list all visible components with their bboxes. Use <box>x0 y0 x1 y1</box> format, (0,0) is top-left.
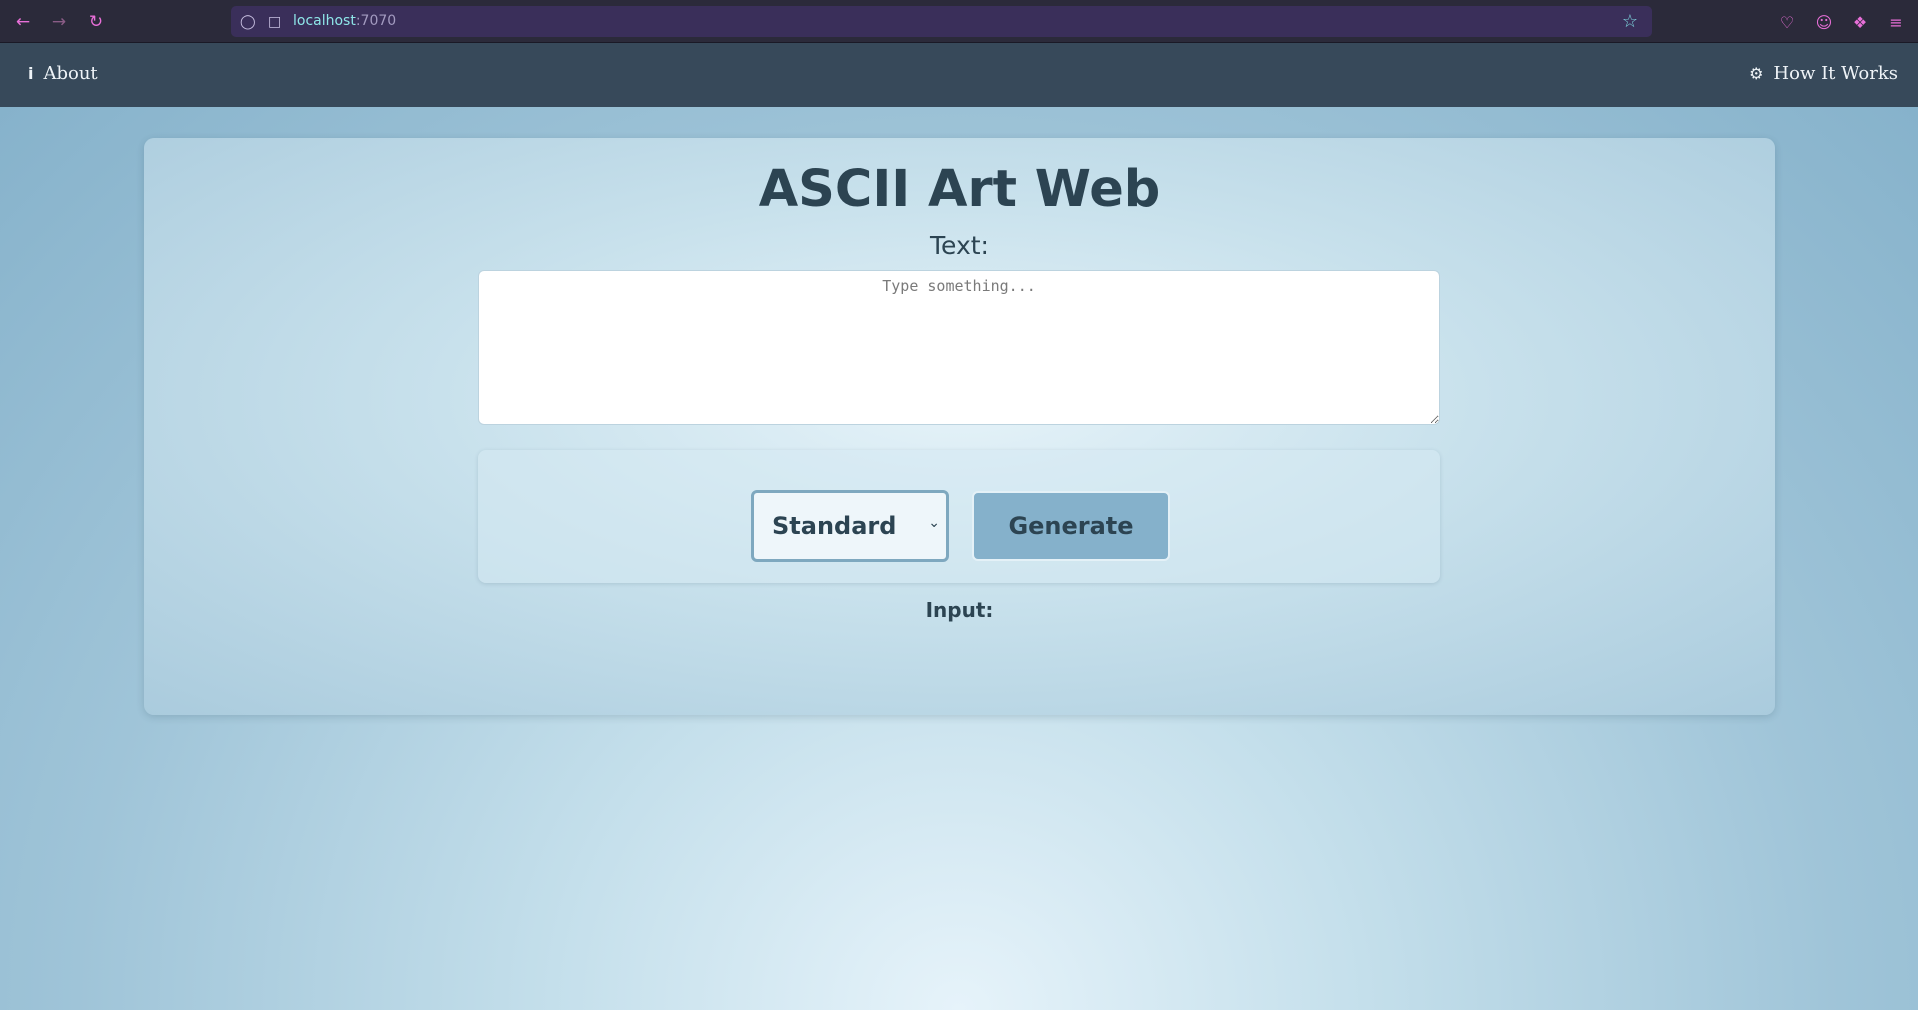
banner-select-value: Standard <box>772 512 897 540</box>
reload-icon[interactable]: ↻ <box>85 11 107 33</box>
text-label: Text: <box>930 231 989 260</box>
info-icon: i <box>28 64 34 83</box>
page-icon: □ <box>268 14 282 30</box>
how-it-works-label: How It Works <box>1773 63 1898 84</box>
gears-icon: ⚙ <box>1749 64 1764 83</box>
forward-icon[interactable]: → <box>48 11 70 33</box>
page-background: ASCII Art Web Text: Standard ⌄ Generate … <box>0 107 1918 1010</box>
url-host: localhost <box>293 13 356 29</box>
extensions-icon[interactable]: ❖ <box>1849 11 1871 33</box>
banner-select[interactable]: Standard ⌄ <box>751 490 949 562</box>
menu-icon[interactable]: ≡ <box>1885 11 1907 33</box>
account-icon[interactable]: ☺ <box>1813 11 1835 33</box>
address-bar[interactable]: ◯ □ localhost:7070 ☆ <box>231 6 1652 37</box>
input-label: Input: <box>925 598 994 622</box>
url-port: :7070 <box>355 13 397 29</box>
back-icon[interactable]: ← <box>12 11 34 33</box>
url-text[interactable]: localhost:7070 <box>293 13 396 29</box>
pocket-icon[interactable]: ♡ <box>1776 11 1798 33</box>
chevron-down-icon: ⌄ <box>928 515 940 531</box>
text-input[interactable] <box>478 270 1440 425</box>
about-link[interactable]: i About <box>28 63 98 84</box>
how-it-works-link[interactable]: ⚙ How It Works <box>1749 63 1898 84</box>
generate-button[interactable]: Generate <box>972 491 1170 561</box>
controls-panel: Standard ⌄ Generate <box>478 450 1440 583</box>
main-card: ASCII Art Web Text: Standard ⌄ Generate … <box>144 138 1775 715</box>
bookmark-star-icon[interactable]: ☆ <box>1622 11 1638 32</box>
shield-icon[interactable]: ◯ <box>240 14 256 30</box>
browser-toolbar: ← → ↻ ◯ □ localhost:7070 ☆ ♡ ☺ ❖ ≡ <box>0 0 1918 43</box>
about-label: About <box>43 63 98 84</box>
app-navbar: i About ⚙ How It Works <box>0 43 1918 107</box>
page-title: ASCII Art Web <box>758 160 1161 219</box>
